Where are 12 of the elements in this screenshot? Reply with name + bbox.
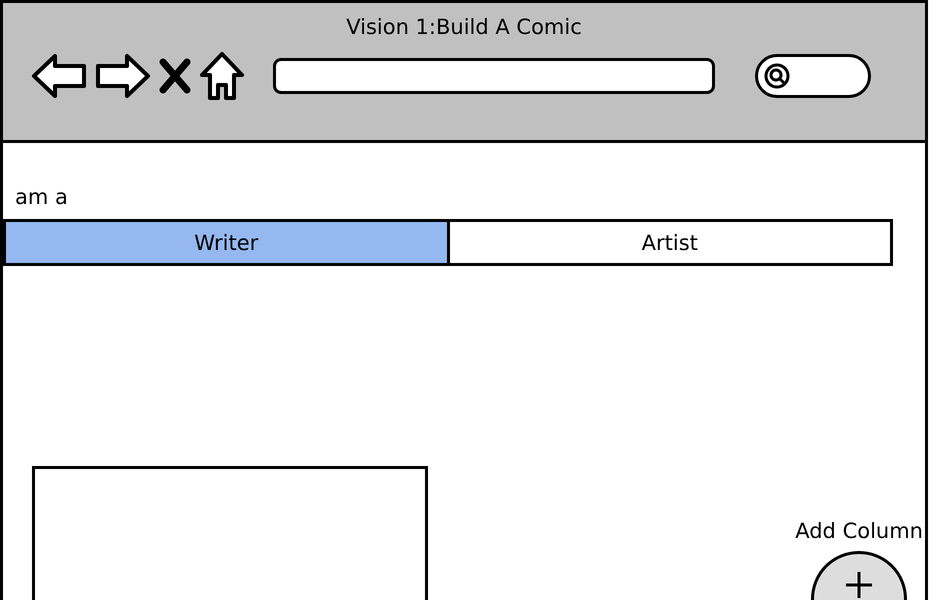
address-field[interactable] xyxy=(273,58,715,94)
prompt-label: am a xyxy=(15,185,68,209)
window-title: Vision 1:Build A Comic xyxy=(346,15,582,39)
search-field[interactable] xyxy=(755,54,871,98)
home-icon[interactable] xyxy=(199,51,245,101)
forward-icon[interactable] xyxy=(95,53,151,99)
search-icon xyxy=(764,63,790,89)
add-column-label: Add Column xyxy=(795,519,923,543)
role-tab[interactable]: Writer xyxy=(6,222,446,263)
close-icon[interactable] xyxy=(159,58,191,94)
back-icon[interactable] xyxy=(31,53,87,99)
plus-icon xyxy=(844,570,874,600)
